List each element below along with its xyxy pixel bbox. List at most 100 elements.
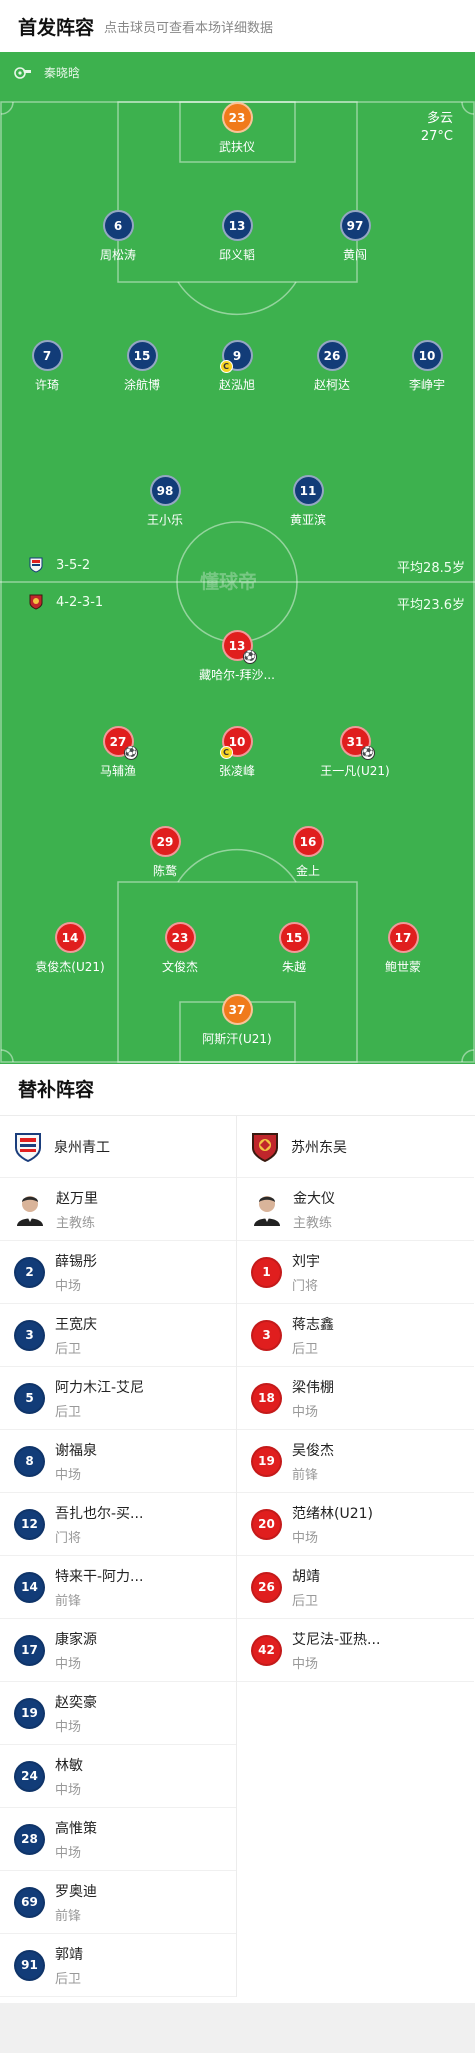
sub-player-name: 胡靖 bbox=[292, 1568, 320, 1585]
away-formation: 4-2-3-1 bbox=[28, 594, 103, 610]
coach-row[interactable]: 金大仪 主教练 bbox=[237, 1178, 474, 1241]
home-player[interactable]: 10 李峥宇 bbox=[367, 340, 475, 393]
away-player[interactable]: 16 金上 bbox=[248, 826, 368, 879]
coach-row[interactable]: 赵万里 主教练 bbox=[0, 1178, 236, 1241]
player-number: 37 bbox=[221, 994, 253, 1025]
player-number-text: 27 bbox=[109, 734, 127, 749]
goal-ball-icon: ⚽ bbox=[123, 746, 138, 760]
away-player[interactable]: 13 ⚽ 藏哈尔-拜沙... bbox=[177, 630, 297, 683]
goal-ball-icon: ⚽ bbox=[360, 746, 375, 760]
sub-player-row[interactable]: 69 罗奥迪 前锋 bbox=[0, 1871, 236, 1934]
sub-player-name: 吾扎也尔-买... bbox=[55, 1505, 144, 1522]
sub-player-row[interactable]: 1 刘宇 门将 bbox=[237, 1241, 474, 1304]
sub-player-position: 后卫 bbox=[55, 1404, 82, 1420]
team-name: 苏州东吴 bbox=[291, 1139, 347, 1156]
away-player[interactable]: 27 ⚽ 马辅渔 bbox=[58, 726, 178, 779]
sub-player-row[interactable]: 2 薛锡彤 中场 bbox=[0, 1241, 236, 1304]
player-name: 藏哈尔-拜沙... bbox=[199, 668, 275, 682]
away-player[interactable]: 14 袁俊杰(U21) bbox=[10, 922, 130, 975]
home-formation: 3-5-2 bbox=[28, 557, 90, 573]
away-player[interactable]: 37 阿斯汗(U21) bbox=[177, 994, 297, 1047]
sub-player-row[interactable]: 18 梁伟棚 中场 bbox=[237, 1367, 474, 1430]
player-number: 15 bbox=[126, 340, 158, 371]
sub-player-position: 中场 bbox=[55, 1656, 82, 1672]
sub-player-row[interactable]: 8 谢福泉 中场 bbox=[0, 1430, 236, 1493]
home-player[interactable]: 98 王小乐 bbox=[105, 475, 225, 528]
sub-player-position: 后卫 bbox=[55, 1341, 82, 1357]
away-team-logo-icon bbox=[252, 1132, 278, 1162]
home-team-logo-icon bbox=[15, 1132, 41, 1162]
coach-name: 金大仪 bbox=[293, 1190, 335, 1207]
away-player[interactable]: 29 陈鹜 bbox=[105, 826, 225, 879]
home-team-crest-icon bbox=[29, 557, 43, 573]
sub-player-row[interactable]: 42 艾尼法-亚热... 中场 bbox=[237, 1619, 474, 1682]
sub-player-number: 26 bbox=[251, 1571, 282, 1603]
away-player[interactable]: 15 朱越 bbox=[234, 922, 354, 975]
away-average-age: 平均23.6岁 bbox=[397, 598, 465, 613]
sub-player-row[interactable]: 5 阿力木江-艾尼 后卫 bbox=[0, 1367, 236, 1430]
sub-player-name: 赵奕豪 bbox=[55, 1694, 97, 1711]
sub-player-number: 91 bbox=[14, 1949, 45, 1981]
sub-player-position: 前锋 bbox=[292, 1467, 319, 1483]
away-team-crest-icon bbox=[29, 594, 43, 610]
player-number: 27 ⚽ bbox=[102, 726, 138, 760]
away-player[interactable]: 17 鲍世蒙 bbox=[343, 922, 463, 975]
sub-player-row[interactable]: 3 王宽庆 后卫 bbox=[0, 1304, 236, 1367]
sub-player-number: 14 bbox=[14, 1571, 45, 1603]
player-number: 31 ⚽ bbox=[339, 726, 375, 760]
coach-avatar bbox=[17, 1196, 43, 1226]
player-number: 11 bbox=[292, 475, 324, 506]
player-number: 98 bbox=[149, 475, 181, 506]
sub-player-row[interactable]: 14 特来干-阿力... 前锋 bbox=[0, 1556, 236, 1619]
sub-player-name: 林敏 bbox=[55, 1757, 83, 1774]
team-name: 泉州青工 bbox=[54, 1139, 110, 1156]
home-average-age: 平均28.5岁 bbox=[397, 561, 465, 576]
sub-player-row[interactable]: 20 范绪林(U21) 中场 bbox=[237, 1493, 474, 1556]
sub-player-row[interactable]: 17 康家源 中场 bbox=[0, 1619, 236, 1682]
substitutes-title: 替补阵容 bbox=[0, 1064, 475, 1116]
home-team-row[interactable]: 泉州青工 bbox=[0, 1116, 236, 1178]
home-player[interactable]: 97 黄闯 bbox=[295, 210, 415, 263]
sub-player-name: 谢福泉 bbox=[55, 1442, 97, 1459]
sub-player-number: 19 bbox=[251, 1445, 282, 1477]
substitutes-section: 替补阵容 泉州青工 赵万里 主教练 2 薛锡彤 中场 3 王宽庆 后卫 5 阿力… bbox=[0, 1064, 475, 1997]
home-player[interactable]: 23 武扶仪 bbox=[177, 102, 297, 155]
home-player[interactable]: 13 邱义韬 bbox=[177, 210, 297, 263]
captain-badge: C bbox=[219, 746, 233, 759]
home-player[interactable]: 6 周松涛 bbox=[58, 210, 178, 263]
sub-player-number: 19 bbox=[14, 1697, 45, 1729]
home-formation-text: 3-5-2 bbox=[56, 557, 91, 573]
sub-player-position: 前锋 bbox=[55, 1908, 82, 1924]
sub-player-row[interactable]: 28 高惟策 中场 bbox=[0, 1808, 236, 1871]
sub-player-number: 12 bbox=[14, 1508, 45, 1540]
sub-player-position: 门将 bbox=[292, 1278, 319, 1294]
sub-player-number: 42 bbox=[251, 1634, 282, 1666]
player-name: 周松涛 bbox=[99, 248, 136, 262]
sub-player-name: 吴俊杰 bbox=[292, 1442, 334, 1459]
sub-player-name: 范绪林(U21) bbox=[292, 1505, 373, 1522]
sub-player-position: 后卫 bbox=[292, 1341, 319, 1357]
player-number-text: 31 bbox=[346, 734, 364, 749]
sub-player-row[interactable]: 26 胡靖 后卫 bbox=[237, 1556, 474, 1619]
sub-player-row[interactable]: 91 郭靖 后卫 bbox=[0, 1934, 236, 1997]
away-team-row[interactable]: 苏州东吴 bbox=[237, 1116, 474, 1178]
referee-name: 秦晓晗 bbox=[44, 66, 81, 80]
home-player[interactable]: 11 黄亚滨 bbox=[248, 475, 368, 528]
away-player[interactable]: 10 C 张凌峰 bbox=[177, 726, 297, 779]
sub-player-row[interactable]: 12 吾扎也尔-买... 门将 bbox=[0, 1493, 236, 1556]
away-player[interactable]: 23 文俊杰 bbox=[120, 922, 240, 975]
away-player[interactable]: 31 ⚽ 王一凡(U21) bbox=[295, 726, 415, 779]
sub-player-name: 刘宇 bbox=[292, 1253, 320, 1270]
sub-player-row[interactable]: 24 林敏 中场 bbox=[0, 1745, 236, 1808]
sub-player-row[interactable]: 19 吴俊杰前锋 bbox=[237, 1430, 474, 1493]
player-number: 29 bbox=[149, 826, 181, 857]
player-number: 10 bbox=[411, 340, 443, 371]
lineup-header: 首发阵容 点击球员可查看本场详细数据 bbox=[0, 0, 475, 52]
player-number-text: 13 bbox=[228, 638, 246, 653]
sub-player-row[interactable]: 19 赵奕豪 中场 bbox=[0, 1682, 236, 1745]
sub-player-name: 康家源 bbox=[55, 1631, 97, 1648]
sub-player-number: 3 bbox=[251, 1319, 282, 1351]
player-number: 17 bbox=[387, 922, 419, 953]
player-name: 鲍世蒙 bbox=[384, 960, 421, 974]
sub-player-row[interactable]: 3 蒋志鑫 后卫 bbox=[237, 1304, 474, 1367]
